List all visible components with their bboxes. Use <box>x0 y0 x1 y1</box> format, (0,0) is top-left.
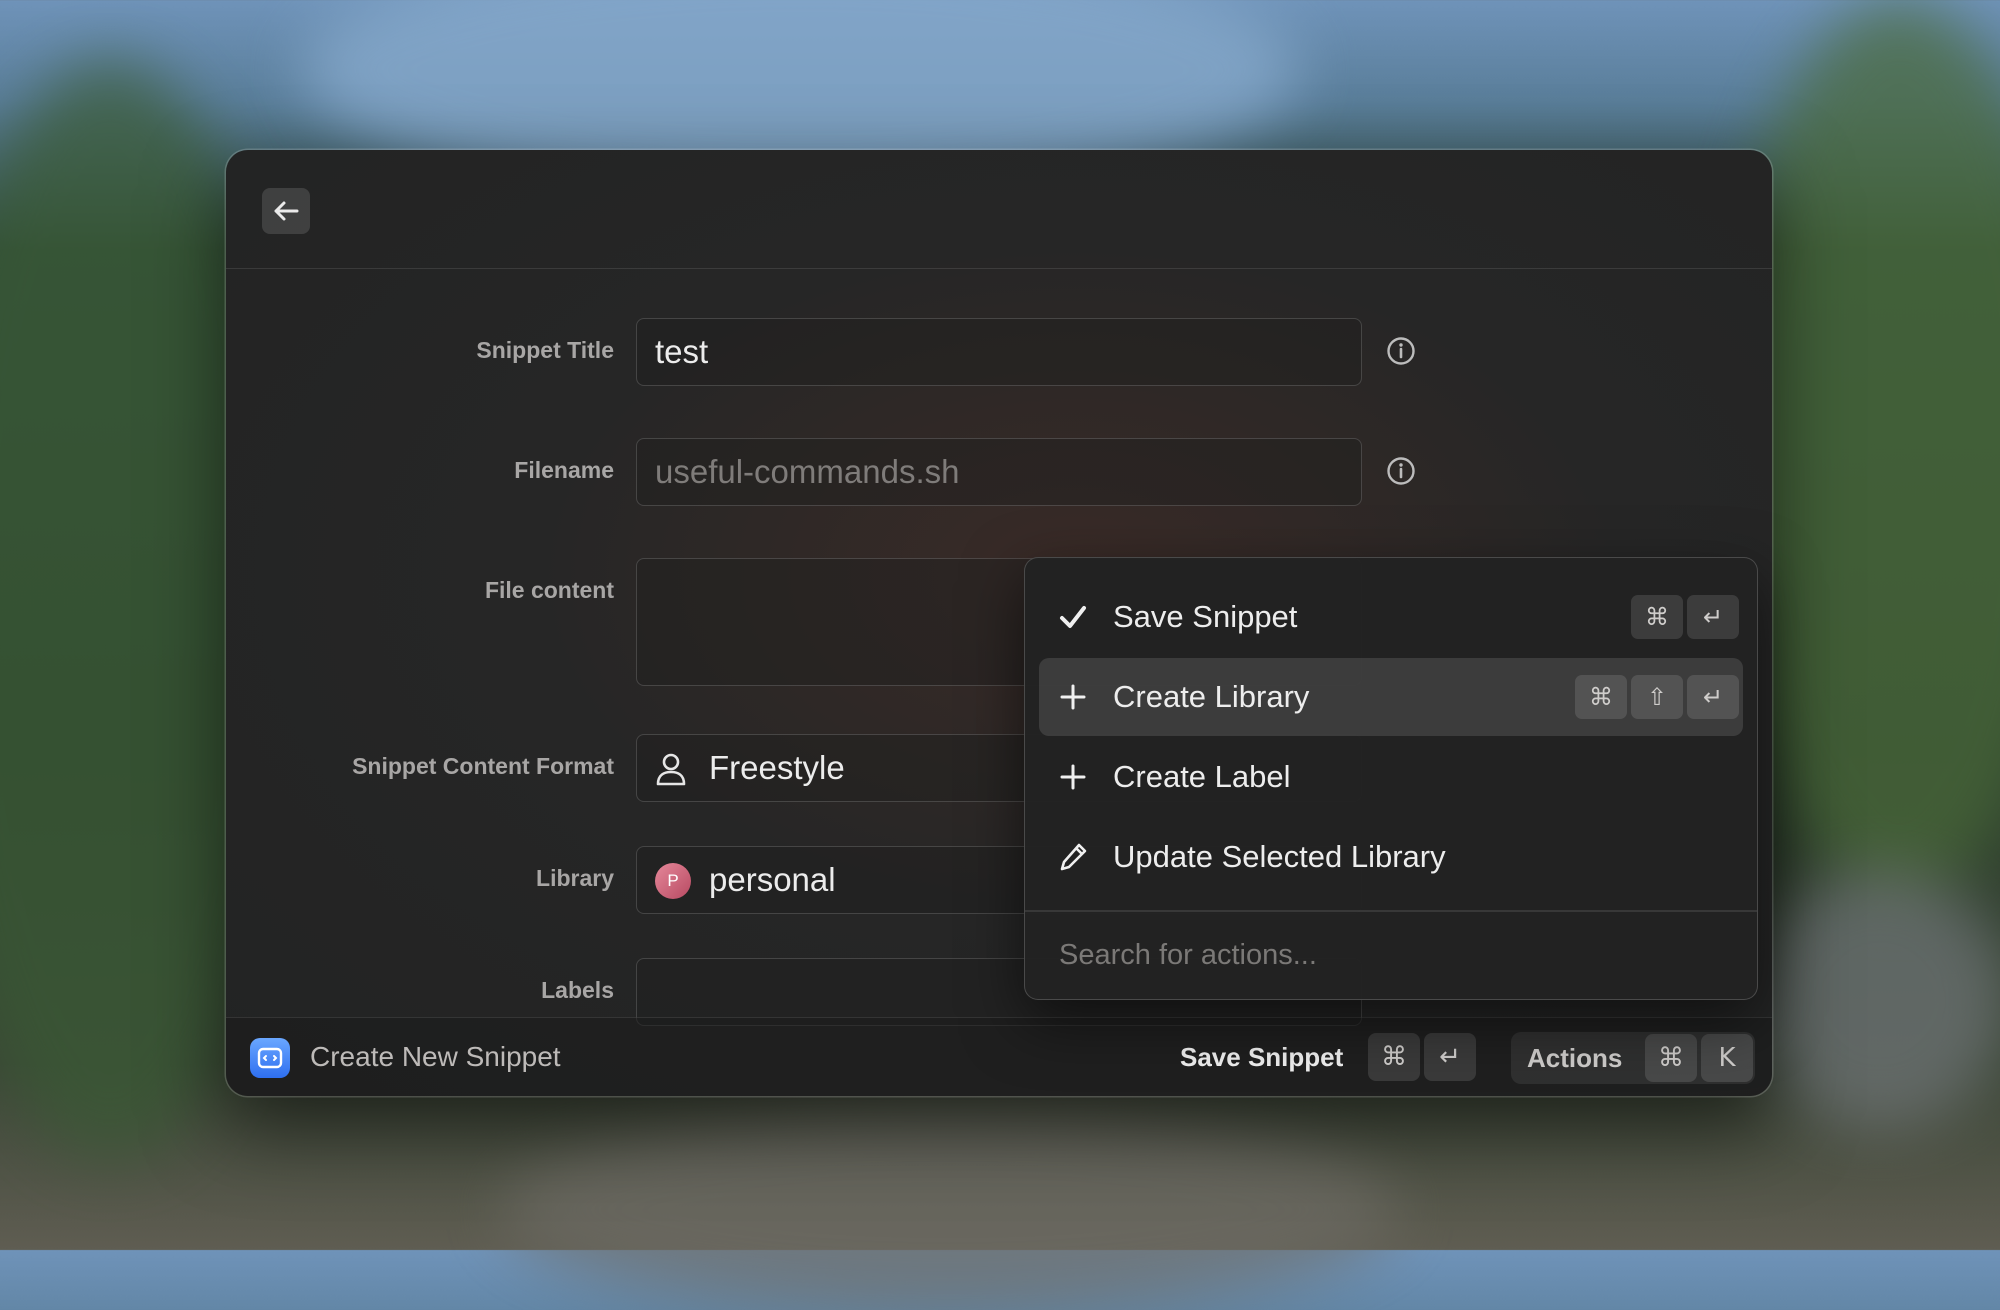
shortcut-key-enter: ↵ <box>1687 675 1739 719</box>
shortcut-key-cmd: ⌘ <box>1645 1034 1697 1082</box>
shortcut-key-enter: ↵ <box>1424 1033 1476 1081</box>
menu-item-label: Update Selected Library <box>1113 839 1446 874</box>
background-wall <box>1750 870 2000 1130</box>
shortcut-key-k: K <box>1701 1034 1753 1082</box>
shortcut-key-shift: ⇧ <box>1631 675 1683 719</box>
filename-placeholder: useful-commands.sh <box>655 453 960 490</box>
menu-item-save-snippet[interactable]: Save Snippet ⌘ ↵ <box>1039 578 1743 656</box>
snippet-icon <box>257 1047 283 1069</box>
snippet-title-label: Snippet Title <box>476 337 614 363</box>
filename-label: Filename <box>514 457 614 483</box>
library-avatar: P <box>655 863 691 899</box>
pencil-icon <box>1060 843 1087 871</box>
content-format-value: Freestyle <box>709 749 845 786</box>
actions-button[interactable]: Actions ⌘ K <box>1511 1032 1755 1084</box>
back-button[interactable] <box>262 188 310 234</box>
shortcut-key-enter: ↵ <box>1687 595 1739 639</box>
shortcut-key-cmd: ⌘ <box>1631 595 1683 639</box>
actions-menu: Save Snippet ⌘ ↵ Create Library ⌘ ⇧ ↵ Cr… <box>1024 557 1758 1000</box>
library-label: Library <box>536 865 614 891</box>
menu-item-label: Save Snippet <box>1113 599 1298 634</box>
actions-label: Actions <box>1527 1043 1623 1073</box>
menu-item-create-library[interactable]: Create Library ⌘ ⇧ ↵ <box>1039 658 1743 736</box>
save-snippet-button[interactable]: Save Snippet <box>1180 1018 1343 1096</box>
library-value: personal <box>709 861 836 898</box>
snippet-title-value: test <box>655 333 709 370</box>
shortcut-key-cmd: ⌘ <box>1368 1033 1420 1081</box>
arrow-left-icon <box>274 201 299 221</box>
background-ground <box>500 1110 1400 1310</box>
info-icon[interactable] <box>1386 336 1416 366</box>
menu-item-label: Create Label <box>1113 759 1291 794</box>
person-icon <box>656 753 686 786</box>
content-format-label: Snippet Content Format <box>352 753 614 779</box>
menu-item-label: Create Library <box>1113 679 1310 714</box>
plus-icon <box>1060 684 1086 710</box>
info-icon[interactable] <box>1386 456 1416 486</box>
menu-item-create-label[interactable]: Create Label <box>1039 738 1743 816</box>
top-bar <box>226 150 1772 269</box>
footer-bar: Create New Snippet Save Snippet ⌘ ↵ Acti… <box>226 1017 1772 1096</box>
file-content-label: File content <box>484 577 614 603</box>
snippet-title-input[interactable]: test <box>636 318 1362 386</box>
snippet-app-icon <box>250 1038 290 1078</box>
plus-icon <box>1060 764 1086 790</box>
checkmark-icon <box>1060 606 1086 628</box>
menu-item-update-selected-library[interactable]: Update Selected Library <box>1039 818 1743 896</box>
footer-title: Create New Snippet <box>310 1041 561 1072</box>
shortcut-key-cmd: ⌘ <box>1575 675 1627 719</box>
filename-input[interactable]: useful-commands.sh <box>636 438 1362 506</box>
action-search-input[interactable]: Search for actions... <box>1059 910 1317 999</box>
labels-label: Labels <box>541 977 614 1003</box>
